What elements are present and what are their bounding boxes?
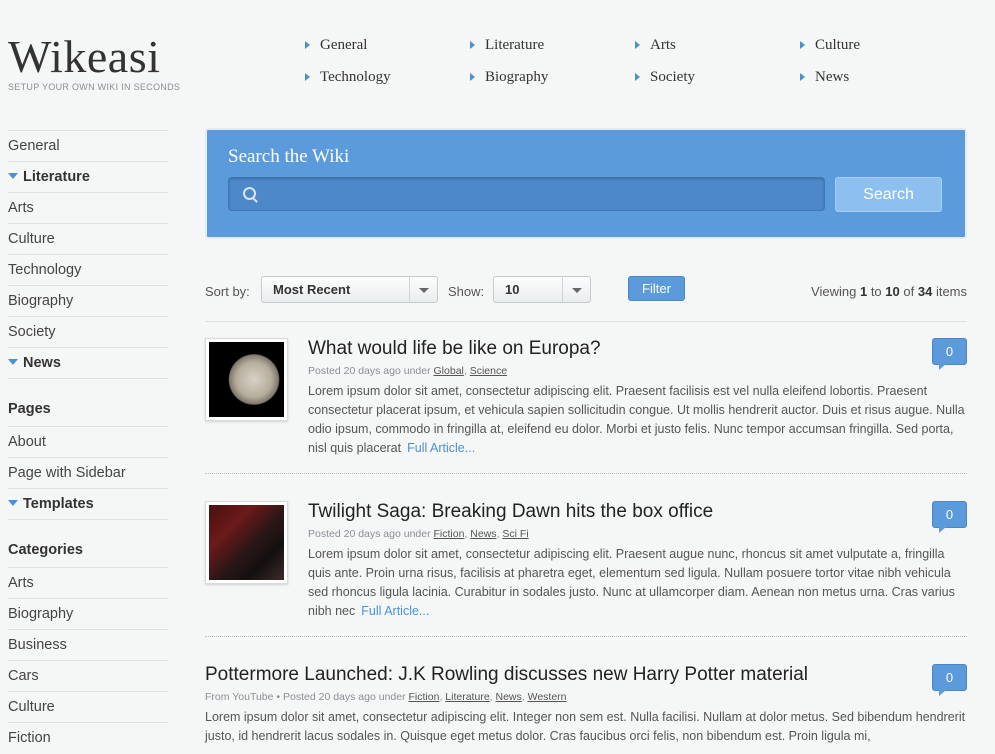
sidebar-category-business[interactable]: Business: [8, 629, 168, 660]
triangle-right-icon: [635, 40, 640, 49]
sidebar-item-page-with-sidebar[interactable]: Page with Sidebar: [8, 457, 168, 488]
search-icon: [243, 187, 256, 200]
article-excerpt: Lorem ipsum dolor sit amet, consectetur …: [308, 384, 965, 455]
sort-label: Sort by:: [205, 284, 250, 299]
divider: [205, 636, 967, 637]
search-button[interactable]: Search: [835, 177, 942, 212]
sidebar-category-culture[interactable]: Culture: [8, 691, 168, 722]
sidebar-item-arts[interactable]: Arts: [8, 192, 168, 223]
sidebar: General Literature Arts Culture Technolo…: [8, 130, 168, 753]
triangle-right-icon: [305, 40, 310, 49]
caret-down-icon: [8, 173, 18, 180]
tag-link[interactable]: News: [470, 528, 496, 540]
triangle-right-icon: [635, 72, 640, 81]
filter-button[interactable]: Filter: [628, 276, 685, 301]
sidebar-item-biography[interactable]: Biography: [8, 285, 168, 316]
article-item: Pottermore Launched: J.K Rowling discuss…: [205, 664, 967, 746]
logo-tagline: SETUP YOUR OWN WIKI IN SECONDS: [8, 82, 181, 92]
triangle-right-icon: [470, 72, 475, 81]
article-meta: From YouTube • Posted 20 days ago under …: [205, 691, 567, 703]
tag-link[interactable]: Western: [528, 691, 567, 703]
topnav-item-society[interactable]: Society: [635, 69, 695, 86]
comment-count-badge[interactable]: 0: [932, 501, 967, 533]
twilight-image: [209, 505, 284, 580]
article-meta: Posted 20 days ago under Global, Science: [308, 365, 508, 377]
topnav-item-literature[interactable]: Literature: [470, 37, 544, 54]
full-article-link[interactable]: Full Article...: [407, 441, 475, 455]
sidebar-item-news[interactable]: News: [8, 347, 168, 378]
sidebar-item-templates[interactable]: Templates: [8, 488, 168, 519]
tag-link[interactable]: Science: [470, 365, 507, 377]
full-article-link[interactable]: Full Article...: [361, 604, 429, 618]
topnav-item-news[interactable]: News: [800, 69, 849, 86]
article-title[interactable]: Twilight Saga: Breaking Dawn hits the bo…: [308, 501, 967, 523]
filter-bar: Sort by: Most Recent Show: 10 Filter Vie…: [205, 276, 967, 306]
divider: [205, 473, 967, 474]
topnav-item-technology[interactable]: Technology: [305, 69, 391, 86]
tag-link[interactable]: Literature: [445, 691, 489, 703]
topnav-item-culture[interactable]: Culture: [800, 37, 860, 54]
triangle-right-icon: [470, 40, 475, 49]
site-logo[interactable]: Wikeasi SETUP YOUR OWN WIKI IN SECONDS: [8, 30, 180, 92]
triangle-right-icon: [305, 72, 310, 81]
tag-link[interactable]: News: [496, 691, 522, 703]
search-input[interactable]: [228, 177, 825, 211]
sidebar-category-fiction[interactable]: Fiction: [8, 722, 168, 753]
article-thumbnail[interactable]: [205, 338, 288, 421]
tag-link[interactable]: Sci Fi: [502, 528, 528, 540]
article-title[interactable]: What would life be like on Europa?: [308, 338, 967, 360]
show-label: Show:: [448, 284, 485, 299]
comment-count-badge[interactable]: 0: [932, 664, 967, 696]
tag-link[interactable]: Global: [434, 365, 464, 377]
article-thumbnail[interactable]: [205, 501, 288, 584]
sidebar-item-about[interactable]: About: [8, 426, 168, 457]
show-select[interactable]: 10: [493, 276, 591, 303]
sidebar-category-arts[interactable]: Arts: [8, 567, 168, 598]
article-excerpt: Lorem ipsum dolor sit amet, consectetur …: [205, 710, 966, 743]
caret-down-icon: [8, 500, 18, 507]
search-title: Search the Wiki: [228, 146, 350, 167]
divider: [205, 321, 967, 322]
chevron-down-icon: [409, 277, 437, 302]
article-excerpt: Lorem ipsum dolor sit amet, consectetur …: [308, 547, 955, 618]
europa-image: [209, 342, 284, 417]
triangle-right-icon: [800, 40, 805, 49]
viewing-count: Viewing 1 to 10 of 34 items: [811, 284, 967, 299]
logo-title: Wikeasi: [8, 31, 161, 82]
search-panel: Search the Wiki Search: [205, 128, 967, 239]
sidebar-category-cars[interactable]: Cars: [8, 660, 168, 691]
topnav-item-general[interactable]: General: [305, 37, 367, 54]
article-title[interactable]: Pottermore Launched: J.K Rowling discuss…: [205, 664, 930, 686]
tag-link[interactable]: Fiction: [409, 691, 440, 703]
sidebar-heading-categories: Categories: [8, 519, 168, 567]
caret-down-icon: [8, 359, 18, 366]
chevron-down-icon: [562, 277, 590, 302]
tag-link[interactable]: Fiction: [434, 528, 465, 540]
sidebar-item-society[interactable]: Society: [8, 316, 168, 347]
sidebar-heading-pages: Pages: [8, 378, 168, 426]
topnav-item-biography[interactable]: Biography: [470, 69, 548, 86]
sidebar-item-general[interactable]: General: [8, 130, 168, 161]
triangle-right-icon: [800, 72, 805, 81]
sidebar-item-culture[interactable]: Culture: [8, 223, 168, 254]
comment-count-badge[interactable]: 0: [932, 338, 967, 370]
article-item: What would life be like on Europa? Poste…: [205, 338, 967, 463]
topnav-item-arts[interactable]: Arts: [635, 37, 676, 54]
sort-select[interactable]: Most Recent: [261, 276, 438, 303]
article-meta: Posted 20 days ago under Fiction, News, …: [308, 528, 529, 540]
sidebar-category-biography[interactable]: Biography: [8, 598, 168, 629]
sidebar-item-technology[interactable]: Technology: [8, 254, 168, 285]
article-item: Twilight Saga: Breaking Dawn hits the bo…: [205, 501, 967, 626]
sidebar-item-literature[interactable]: Literature: [8, 161, 168, 192]
